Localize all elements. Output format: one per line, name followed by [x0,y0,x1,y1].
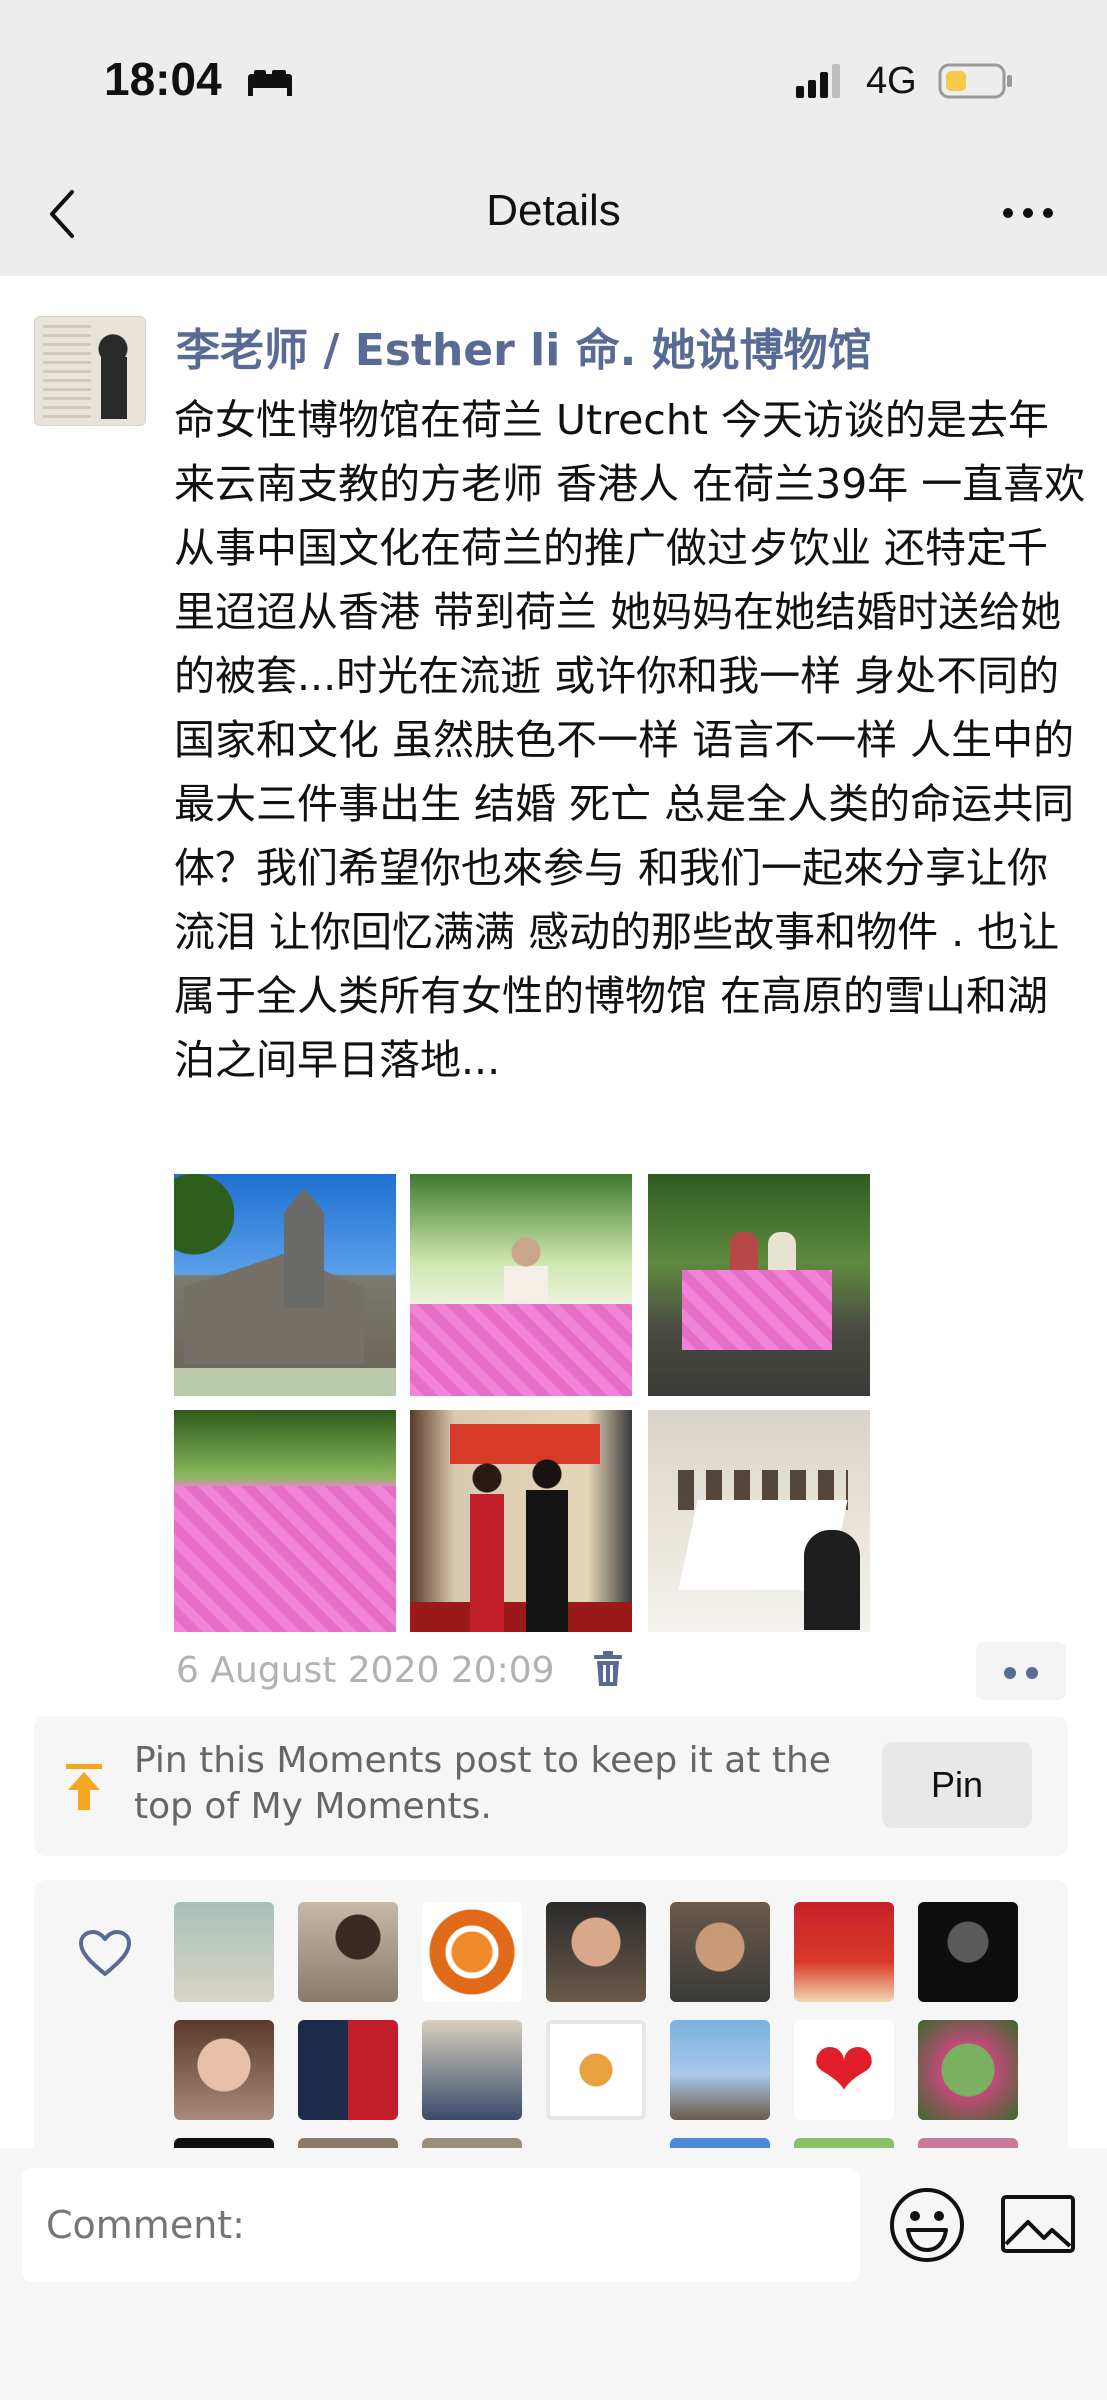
post-photo[interactable] [410,1410,632,1632]
author-name[interactable]: 李老师 / Esther li 命. 她说博物馆 [176,314,872,378]
heart-icon [79,1930,131,1976]
post-photo[interactable] [174,1174,396,1396]
post-text: 命女性博物馆在荷兰 Utrecht 今天访谈的是去年来云南支教的方老师 香港人 … [174,396,1086,1084]
liker-avatar[interactable] [670,1902,770,2002]
post-photo[interactable] [174,1410,396,1632]
author-avatar[interactable] [34,316,146,426]
post-photo[interactable] [648,1410,870,1632]
battery-icon [938,63,1012,99]
comment-options-button[interactable] [976,1642,1066,1700]
liker-avatar[interactable] [174,2020,274,2120]
liker-avatar[interactable] [918,1902,1018,2002]
liker-avatar[interactable] [422,2020,522,2120]
emoji-icon[interactable] [888,2186,966,2264]
page-title: Details [486,186,621,235]
liker-avatar[interactable] [670,2020,770,2120]
trash-icon[interactable] [592,1650,624,1688]
liker-avatar[interactable] [422,1902,522,2002]
liker-avatar[interactable] [174,1902,274,2002]
liker-avatar[interactable] [918,2020,1018,2120]
more-options-icon[interactable] [1000,200,1056,226]
pin-button[interactable]: Pin [882,1742,1032,1828]
sleep-mode-icon [248,70,292,96]
liker-avatar[interactable] [794,1902,894,2002]
signal-icon [796,64,840,98]
comment-input[interactable] [22,2168,860,2282]
pin-to-top-icon [66,1764,102,1810]
liker-avatar[interactable] [546,1902,646,2002]
status-time: 18:04 [104,53,222,105]
liker-avatar[interactable] [546,2020,646,2120]
liker-avatar[interactable]: ❤ [794,2020,894,2120]
post-photo[interactable] [648,1174,870,1396]
liker-avatar[interactable] [298,2020,398,2120]
image-icon[interactable] [1000,2192,1076,2256]
post-photo[interactable] [410,1174,632,1396]
network-type: 4G [866,60,917,102]
pin-prompt-text: Pin this Moments post to keep it at the … [134,1740,831,1827]
liker-avatar[interactable] [298,1902,398,2002]
post-timestamp: 6 August 2020 20:09 [176,1650,555,1691]
